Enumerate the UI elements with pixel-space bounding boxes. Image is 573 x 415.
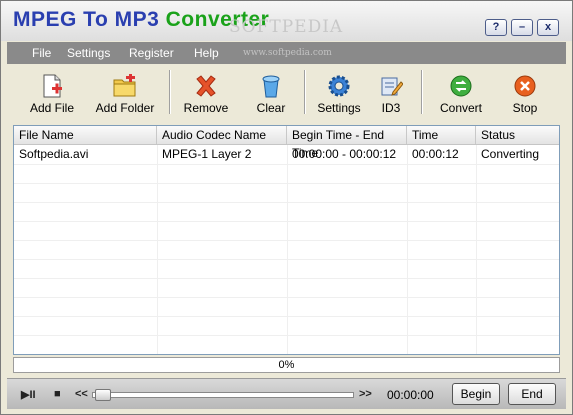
cell-time-range: 00:00:00 - 00:00:12 <box>292 147 397 161</box>
add-folder-icon <box>113 74 136 97</box>
cell-codec: MPEG-1 Layer 2 <box>162 147 252 161</box>
column-header-file-name[interactable]: File Name <box>14 126 157 144</box>
app-window: MPEG To MP3 Converter SOFTPEDIA ? – x Fi… <box>0 0 573 415</box>
remove-label: Remove <box>183 101 229 115</box>
grid-column-line <box>157 145 158 354</box>
clear-label: Clear <box>256 101 286 115</box>
stop-button[interactable]: Stop <box>501 66 549 120</box>
player-stop-button[interactable]: ■ <box>54 388 61 400</box>
grid-column-line <box>287 145 288 354</box>
menu-settings[interactable]: Settings <box>67 46 110 60</box>
stop-label: Stop <box>512 101 538 115</box>
grid-column-line <box>407 145 408 354</box>
trash-bin-icon <box>262 75 280 98</box>
watermark: SOFTPEDIA <box>229 17 344 37</box>
cell-status: Converting <box>481 147 540 161</box>
column-header-time[interactable]: Time <box>407 126 476 144</box>
file-list-header: File Name Audio Codec Name Begin Time - … <box>14 126 559 160</box>
clear-button[interactable]: Clear <box>243 66 299 120</box>
remove-x-icon <box>196 75 216 97</box>
player-bar: ▶II ■ << >> 00:00:00 Begin End <box>7 378 566 409</box>
seek-slider[interactable] <box>92 389 354 401</box>
column-header-status[interactable]: Status <box>476 126 559 144</box>
add-file-icon <box>43 74 62 98</box>
toolbar-separator <box>304 70 306 114</box>
convert-arrows-icon <box>450 75 472 97</box>
play-pause-button[interactable]: ▶II <box>21 388 36 401</box>
time-display: 00:00:00 <box>387 388 434 402</box>
add-file-button[interactable]: Add File <box>21 66 83 120</box>
progress-bar: 0% <box>13 357 560 373</box>
toolbar: Add File Add Folder Remove Clear Setting… <box>7 66 566 120</box>
column-header-audio-codec[interactable]: Audio Codec Name <box>157 126 287 144</box>
help-button[interactable]: ? <box>485 19 507 36</box>
add-folder-button[interactable]: Add Folder <box>89 66 161 120</box>
grid-column-line <box>476 145 477 354</box>
file-list[interactable]: File Name Audio Codec Name Begin Time - … <box>13 125 560 355</box>
begin-button[interactable]: Begin <box>452 383 500 405</box>
id3-button[interactable]: ID3 <box>369 66 413 120</box>
convert-label: Convert <box>439 101 483 115</box>
menu-register[interactable]: Register <box>129 46 174 60</box>
column-header-begin-end[interactable]: Begin Time - End Time <box>287 126 407 160</box>
menu-help[interactable]: Help <box>194 46 219 60</box>
close-button[interactable]: x <box>537 19 559 36</box>
convert-button[interactable]: Convert <box>429 66 493 120</box>
app-title-part1: MPEG To MP3 <box>13 8 160 31</box>
progress-text: 0% <box>278 359 295 371</box>
cell-file-name: Softpedia.avi <box>19 147 89 161</box>
watermark-url: www.softpedia.com <box>243 48 332 58</box>
cell-time: 00:00:12 <box>412 147 459 161</box>
id3-label: ID3 <box>381 101 401 115</box>
settings-button[interactable]: Settings <box>311 66 367 120</box>
title-bar: MPEG To MP3 Converter SOFTPEDIA ? – x <box>1 1 572 41</box>
add-file-label: Add File <box>29 101 75 115</box>
add-folder-label: Add Folder <box>95 101 155 115</box>
toolbar-separator <box>169 70 171 114</box>
menu-file[interactable]: File <box>32 46 51 60</box>
minimize-button[interactable]: – <box>511 19 533 36</box>
toolbar-separator <box>421 70 423 114</box>
forward-button[interactable]: >> <box>359 388 372 400</box>
settings-label: Settings <box>317 101 361 115</box>
gear-icon <box>328 75 350 97</box>
stop-icon <box>514 75 536 97</box>
end-button[interactable]: End <box>508 383 556 405</box>
seek-slider-thumb[interactable] <box>95 389 111 401</box>
menu-bar: File Settings Register Help www.softpedi… <box>7 42 566 64</box>
rewind-button[interactable]: << <box>75 388 88 400</box>
tag-edit-icon <box>381 77 403 96</box>
remove-button[interactable]: Remove <box>175 66 237 120</box>
